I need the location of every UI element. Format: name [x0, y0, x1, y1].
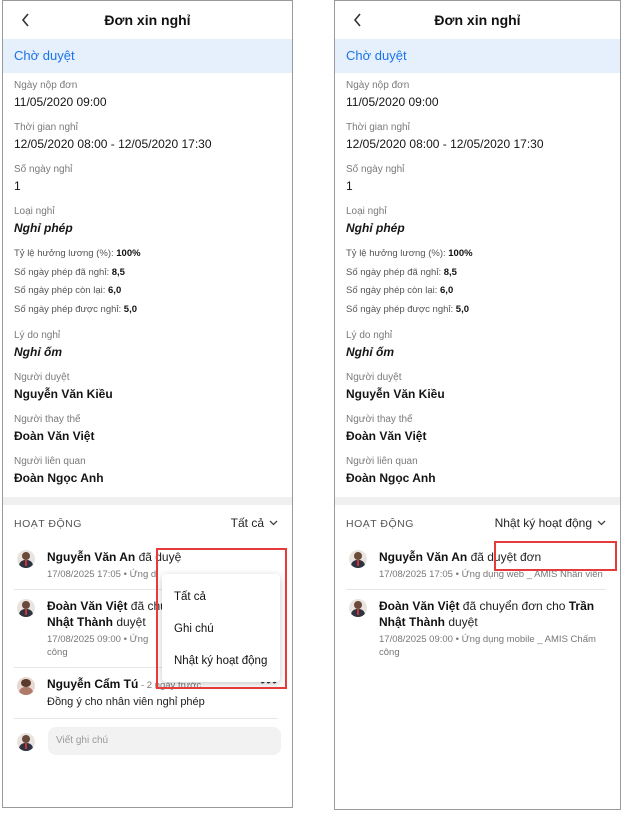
- request-details: Ngày nộp đơn 11/05/2020 09:00 Thời gian …: [335, 73, 620, 486]
- field-related: Người liên quan Đoàn Ngọc Anh: [346, 456, 436, 485]
- phone-screen-right: Đơn xin nghỉ Chờ duyệt Ngày nộp đơn 11/0…: [334, 0, 621, 810]
- chevron-left-icon: [353, 13, 361, 27]
- field-approver: Người duyệt Nguyễn Văn Kiều: [14, 372, 113, 401]
- avatar: [17, 677, 35, 695]
- back-button[interactable]: [13, 1, 39, 39]
- status-bar: Chờ duyệt: [335, 39, 620, 73]
- chevron-down-icon: [269, 520, 278, 526]
- chevron-left-icon: [21, 13, 29, 27]
- leave-ratios: Tỷ lệ hưởng lương (%): 100% Số ngày phép…: [346, 248, 473, 315]
- comment-composer: Viết ghi chú: [3, 719, 292, 763]
- leave-ratios: Tỷ lệ hưởng lương (%): 100% Số ngày phép…: [14, 248, 141, 315]
- field-submit-date: Ngày nộp đơn 11/05/2020 09:00: [346, 80, 439, 109]
- activity-filter-select[interactable]: Nhật ký hoạt động: [495, 505, 606, 541]
- back-button[interactable]: [345, 1, 371, 39]
- avatar: [17, 732, 35, 751]
- avatar: [349, 550, 367, 568]
- highlight-box: [494, 541, 617, 571]
- field-days: Số ngày nghỉ 1: [346, 164, 405, 193]
- highlight-box: [156, 548, 287, 689]
- status-bar: Chờ duyệt: [3, 39, 292, 73]
- field-days: Số ngày nghỉ 1: [14, 164, 73, 193]
- request-details: Ngày nộp đơn 11/05/2020 09:00 Thời gian …: [3, 73, 292, 486]
- field-approver: Người duyệt Nguyễn Văn Kiều: [346, 372, 445, 401]
- header: Đơn xin nghỉ: [335, 1, 620, 39]
- avatar: [17, 550, 35, 568]
- field-leave-time: Thời gian nghỉ 12/05/2020 08:00 - 12/05/…: [14, 122, 212, 151]
- avatar: [349, 599, 367, 617]
- field-leave-time: Thời gian nghỉ 12/05/2020 08:00 - 12/05/…: [346, 122, 544, 151]
- activity-header: HOẠT ĐỘNG Tất cả: [3, 505, 292, 541]
- activity-title: HOẠT ĐỘNG: [14, 518, 82, 530]
- field-substitute: Người thay thế Đoàn Văn Việt: [346, 414, 427, 443]
- field-reason: Lý do nghỉ Nghỉ ốm: [346, 330, 394, 359]
- field-reason: Lý do nghỉ Nghỉ ốm: [14, 330, 62, 359]
- field-substitute: Người thay thế Đoàn Văn Việt: [14, 414, 95, 443]
- chevron-down-icon: [597, 520, 606, 526]
- page-title: Đơn xin nghỉ: [434, 12, 521, 28]
- field-leave-type: Loại nghỉ Nghỉ phép: [346, 206, 405, 235]
- field-submit-date: Ngày nộp đơn 11/05/2020 09:00: [14, 80, 107, 109]
- activity-item: Đoàn Văn Việt đã chuyển đơn cho Trần Nhậ…: [335, 590, 620, 667]
- section-divider: [3, 497, 292, 505]
- field-related: Người liên quan Đoàn Ngọc Anh: [14, 456, 104, 485]
- activity-title: HOẠT ĐỘNG: [346, 518, 414, 530]
- activity-filter-select[interactable]: Tất cả: [231, 505, 278, 541]
- activity-header: HOẠT ĐỘNG Nhật ký hoạt động: [335, 505, 620, 541]
- avatar: [17, 599, 35, 617]
- header: Đơn xin nghỉ: [3, 1, 292, 39]
- section-divider: [335, 497, 620, 505]
- field-leave-type: Loại nghỉ Nghỉ phép: [14, 206, 73, 235]
- comment-input[interactable]: Viết ghi chú: [48, 727, 281, 755]
- page-title: Đơn xin nghỉ: [104, 12, 191, 28]
